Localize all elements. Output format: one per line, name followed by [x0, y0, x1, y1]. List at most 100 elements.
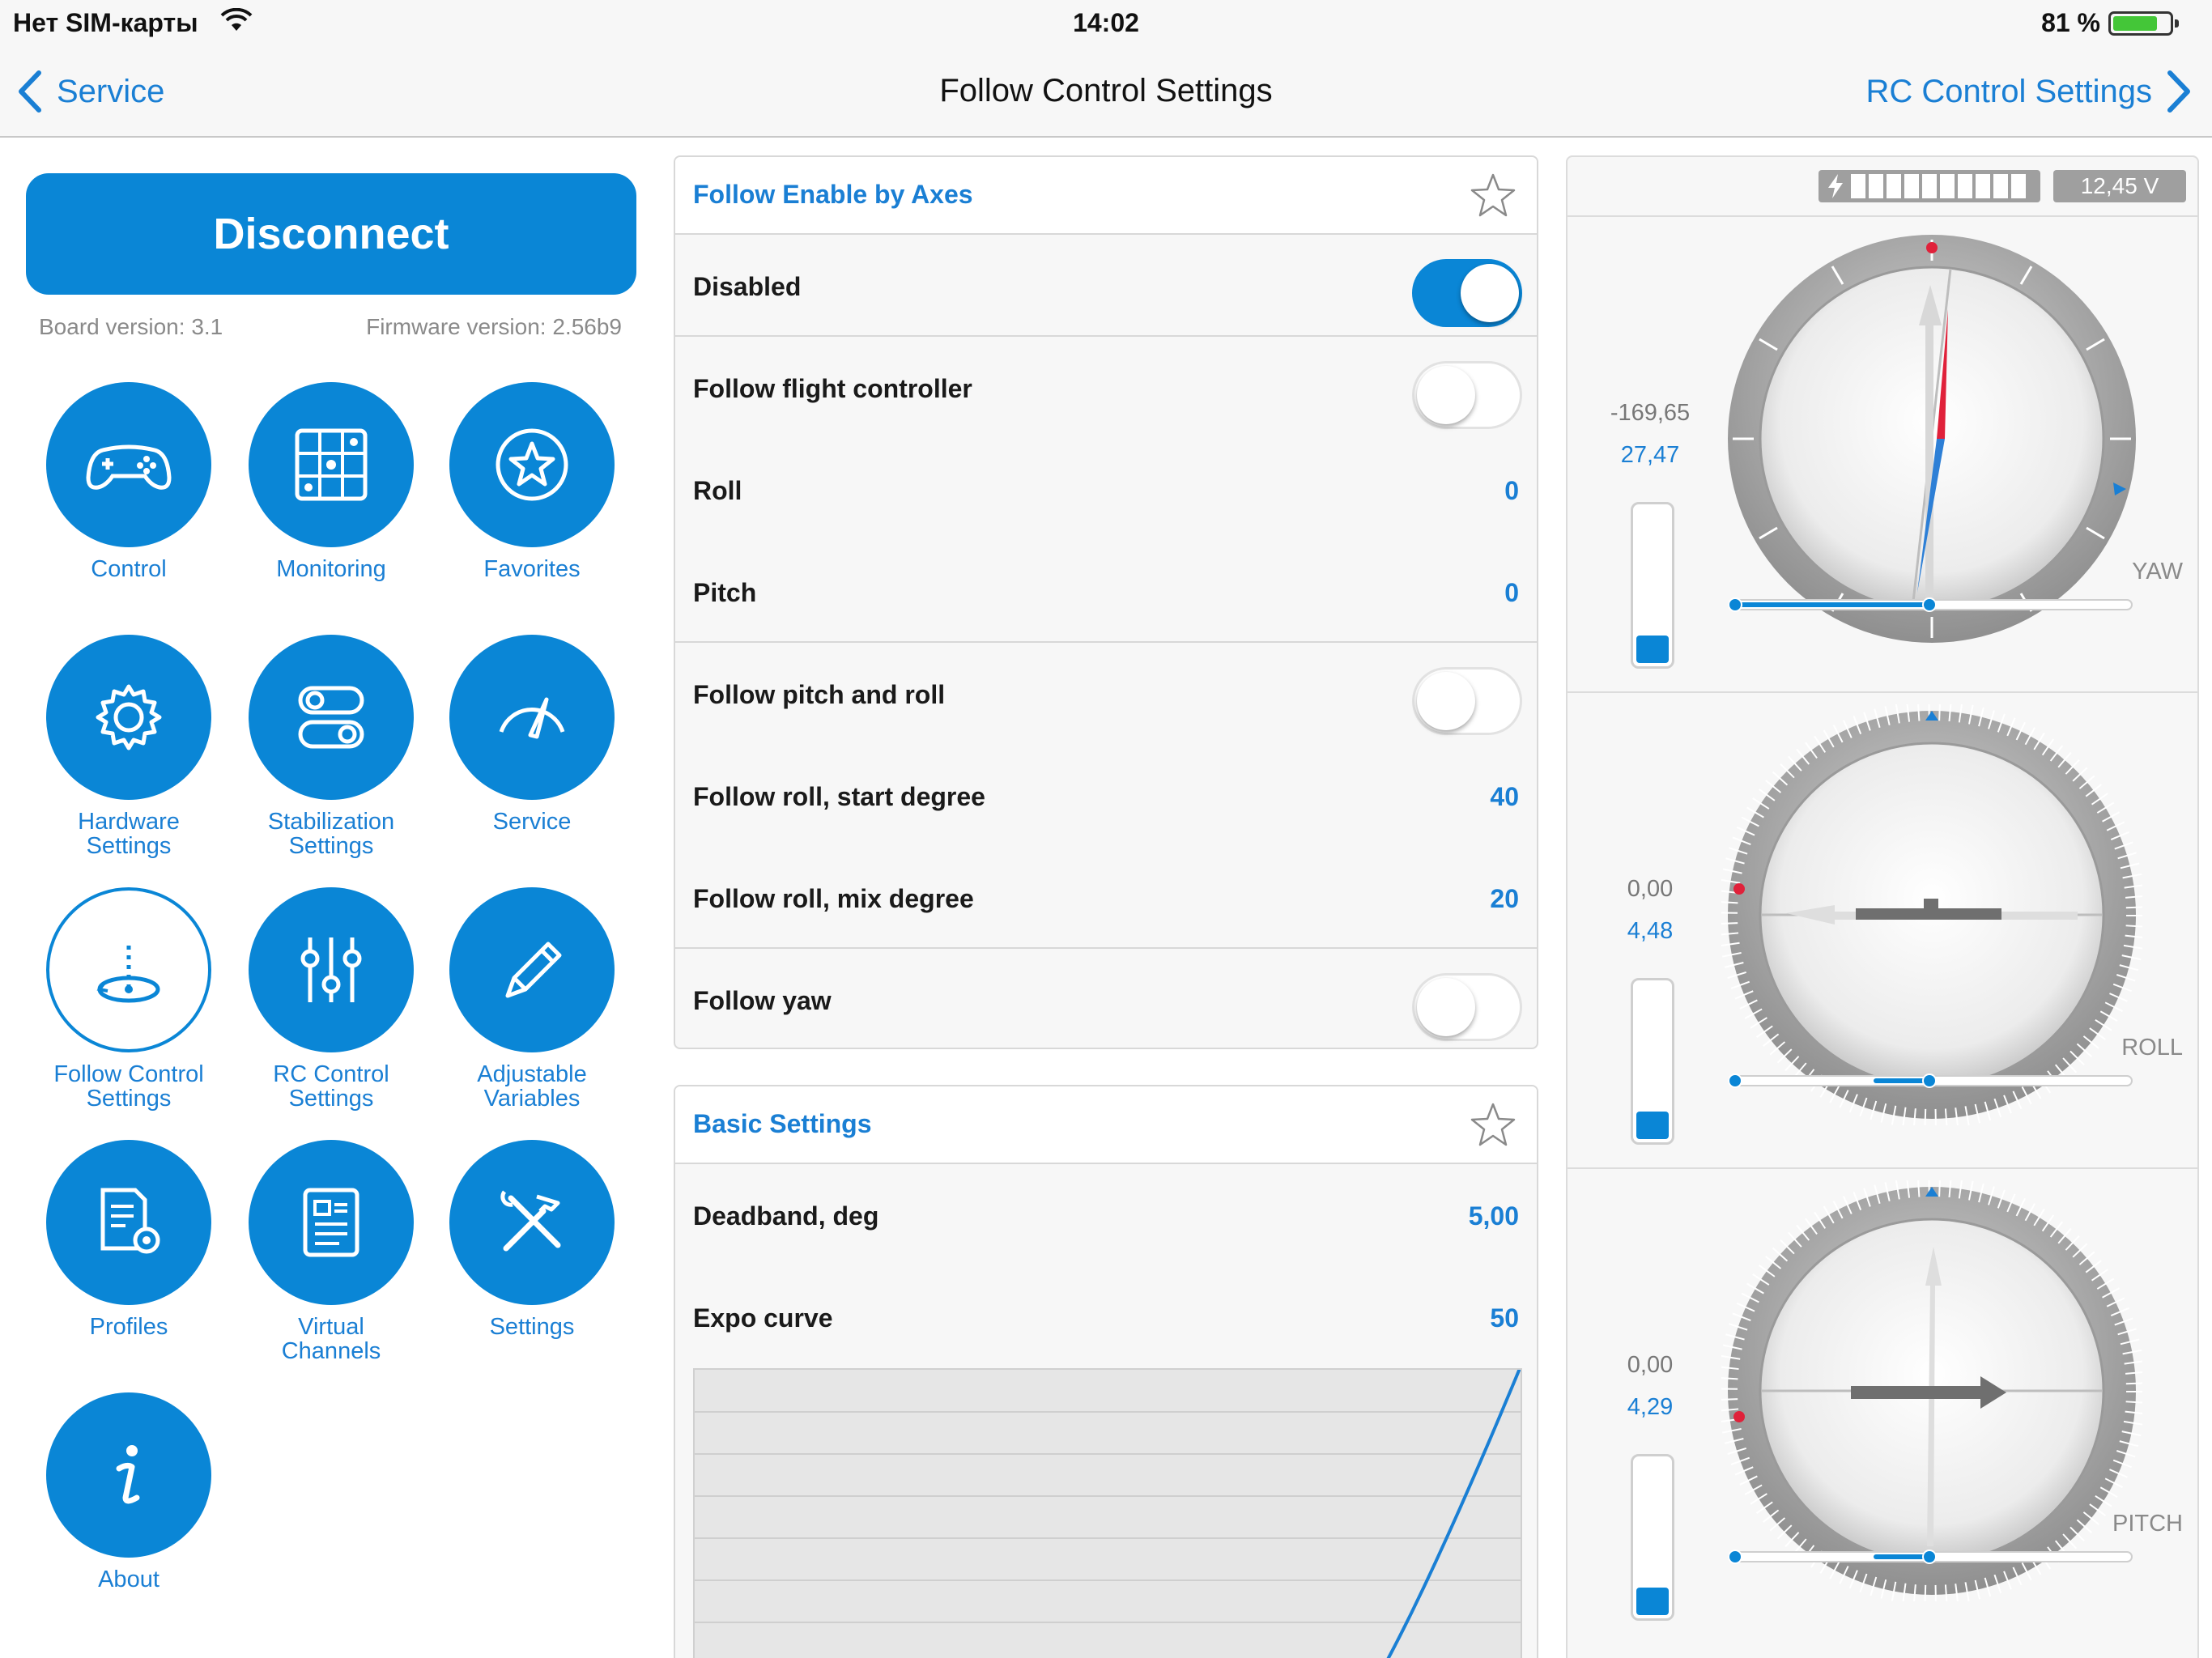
basic-settings-card: Basic Settings Deadband, deg 5,00 Expo c… [674, 1085, 1538, 1658]
expo-curve-plot [695, 1366, 1522, 1658]
tile-label: Monitoring [276, 556, 386, 582]
pitch-level-bar [1631, 1454, 1674, 1621]
favorite-star-icon[interactable] [1467, 170, 1519, 222]
expo-value[interactable]: 50 [1490, 1303, 1519, 1333]
roll-rate: 4,48 [1627, 918, 1674, 944]
pitch-slider[interactable] [1728, 1550, 2133, 1564]
tile-label: Settings [489, 1314, 575, 1340]
row-label: Deadband, deg [693, 1201, 879, 1231]
roll-mix-value[interactable]: 20 [1490, 884, 1519, 914]
tile-rc-control-settings[interactable]: RC Control Settings [230, 887, 432, 1111]
tile-label: Stabilization Settings [267, 809, 395, 859]
row-pitch[interactable]: Pitch 0 [675, 541, 1537, 643]
info-icon [116, 1445, 140, 1504]
yaw-gauge-section: -169,65 27,47 YAW [1568, 217, 2197, 687]
tile-favorites[interactable]: Favorites [431, 382, 633, 581]
row-follow-roll-mix[interactable]: Follow roll, mix degree 20 [675, 847, 1537, 949]
roll-gauge-section: 0,00 4,48 ROLL [1568, 693, 2197, 1163]
tile-control[interactable]: Control [28, 382, 230, 581]
row-expo-curve[interactable]: Expo curve 50 [675, 1266, 1537, 1368]
toggles-icon [298, 686, 364, 749]
expo-curve-line [1386, 1366, 1522, 1658]
yaw-angle: -169,65 [1610, 400, 1691, 426]
lightning-icon [1828, 174, 1843, 198]
document-gear-icon [100, 1188, 160, 1254]
tile-label: Service [492, 809, 572, 835]
pitch-angle: 0,00 [1627, 1352, 1674, 1378]
forward-button[interactable]: RC Control Settings [1866, 68, 2194, 115]
battery-percent: 81 % [2041, 8, 2100, 37]
pitch-dial [1721, 1180, 2142, 1601]
tile-service[interactable]: Service [431, 635, 633, 834]
voltage-readout: 12,45 V [2053, 170, 2186, 202]
tile-stabilization-settings[interactable]: Stabilization Settings [230, 635, 432, 858]
yaw-label: YAW [2132, 559, 2183, 585]
document-icon [303, 1188, 359, 1257]
tile-profiles[interactable]: Profiles [28, 1140, 230, 1339]
roll-start-value[interactable]: 40 [1490, 782, 1519, 812]
tile-label: Adjustable Variables [477, 1061, 587, 1112]
row-disabled: Disabled [675, 235, 1537, 337]
pitch-rate: 4,29 [1627, 1394, 1674, 1420]
row-label: Follow roll, mix degree [693, 884, 974, 913]
tile-monitoring[interactable]: Monitoring [230, 382, 432, 581]
monitoring-panel: 12,45 V -169,65 27,47 YAW 0,00 4,48 ROLL… [1566, 155, 2199, 1658]
tile-label: Profiles [89, 1314, 168, 1340]
yaw-slider[interactable] [1728, 597, 2133, 612]
tile-virtual-channels[interactable]: Virtual Channels [230, 1140, 432, 1363]
roll-dial [1721, 704, 2142, 1125]
tile-follow-control-settings[interactable]: Follow Control Settings [28, 887, 230, 1111]
navigation-bar: Service Follow Control Settings RC Contr… [0, 45, 2212, 138]
row-roll[interactable]: Roll 0 [675, 439, 1537, 541]
card-title: Follow Enable by Axes [693, 180, 973, 209]
tile-label: RC Control Settings [273, 1061, 389, 1112]
forward-label: RC Control Settings [1865, 73, 2152, 109]
roll-label: ROLL [2121, 1035, 2183, 1061]
disabled-toggle[interactable] [1412, 259, 1522, 327]
tile-label: Virtual Channels [281, 1314, 381, 1364]
row-label: Follow yaw [693, 986, 832, 1015]
gear-icon [96, 684, 162, 750]
follow-icon [96, 946, 160, 1003]
gamepad-icon [86, 444, 172, 490]
follow-flight-controller-toggle[interactable] [1412, 361, 1522, 429]
tile-label: Favorites [483, 556, 581, 582]
yaw-dial [1728, 235, 2136, 643]
follow-yaw-toggle[interactable] [1412, 973, 1522, 1041]
tools-icon [500, 1190, 561, 1252]
star-icon [496, 428, 568, 501]
row-label: Pitch [693, 578, 757, 607]
yaw-level-bar [1631, 502, 1674, 669]
clock: 14:02 [1073, 8, 1139, 37]
tile-about[interactable]: About [28, 1392, 230, 1592]
row-label: Roll [693, 476, 742, 505]
tile-label: Hardware Settings [78, 809, 180, 859]
battery-icon [2108, 11, 2179, 36]
roll-level-bar [1631, 978, 1674, 1145]
favorite-star-icon[interactable] [1467, 1099, 1519, 1151]
roll-slider[interactable] [1728, 1073, 2133, 1088]
pitch-value[interactable]: 0 [1504, 578, 1519, 608]
card-header: Follow Enable by Axes [675, 157, 1537, 235]
follow-pitch-roll-toggle[interactable] [1412, 667, 1522, 735]
roll-value[interactable]: 0 [1504, 476, 1519, 506]
tile-hardware-settings[interactable]: Hardware Settings [28, 635, 230, 858]
row-follow-roll-start[interactable]: Follow roll, start degree 40 [675, 745, 1537, 847]
tile-label: About [98, 1567, 160, 1592]
row-label: Follow flight controller [693, 374, 972, 403]
row-follow-pitch-and-roll: Follow pitch and roll [675, 643, 1537, 745]
pencil-icon [505, 942, 562, 998]
deadband-value[interactable]: 5,00 [1469, 1201, 1519, 1231]
tile-settings[interactable]: Settings [431, 1140, 633, 1339]
battery-indicator [1819, 170, 2040, 202]
row-label: Disabled [693, 272, 802, 301]
pitch-label: PITCH [2112, 1511, 2183, 1537]
disconnect-button[interactable]: Disconnect [26, 173, 636, 295]
firmware-version: Firmware version: 2.56b9 [366, 314, 622, 339]
pitch-gauge-section: 0,00 4,29 PITCH [1568, 1169, 2197, 1639]
tile-label: Control [91, 556, 167, 582]
gauge-icon [499, 697, 565, 739]
row-deadband[interactable]: Deadband, deg 5,00 [675, 1164, 1537, 1266]
tile-adjustable-variables[interactable]: Adjustable Variables [431, 887, 633, 1111]
row-label: Follow pitch and roll [693, 680, 946, 709]
